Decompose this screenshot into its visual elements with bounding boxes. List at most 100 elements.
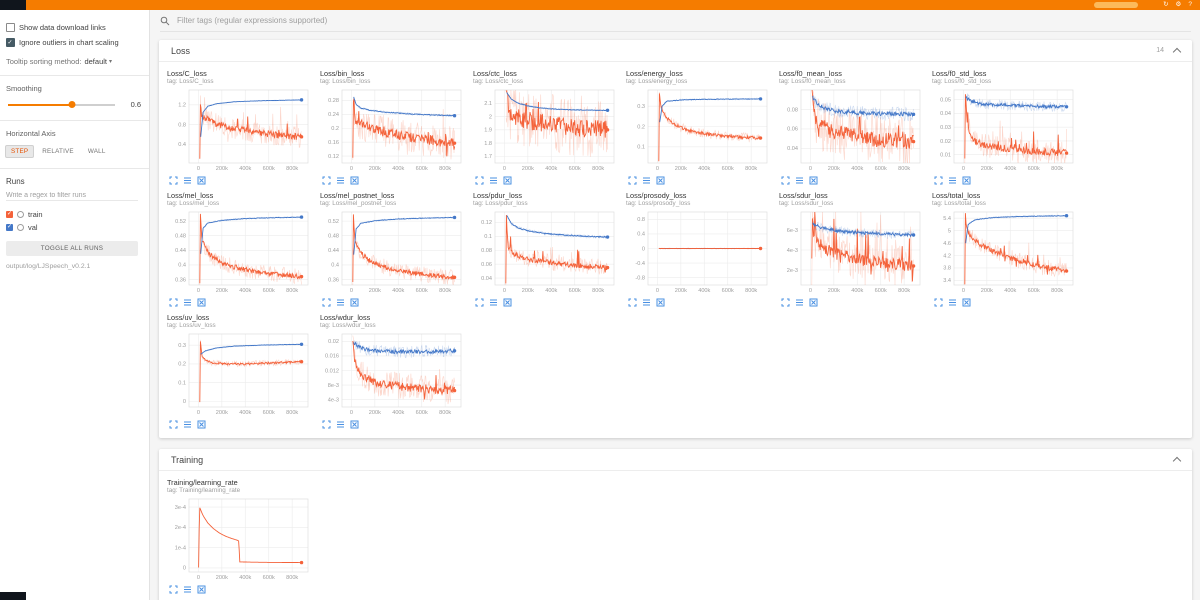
collapse-section-icon[interactable]: [1172, 456, 1182, 465]
fit-domain-icon[interactable]: [197, 298, 206, 307]
chart-plot[interactable]: 0 200k 400k 600k 800k 4e-3 8e-3 0.012 0.016 0.02: [320, 331, 466, 419]
fit-domain-icon[interactable]: [962, 176, 971, 185]
expand-icon[interactable]: [781, 176, 790, 185]
expand-icon[interactable]: [169, 420, 178, 429]
chart-plot[interactable]: 0 200k 400k 600k 800k 0.36 0.4 0.44 0.48 0.52: [320, 209, 466, 297]
expand-icon[interactable]: [475, 176, 484, 185]
svg-text:600k: 600k: [263, 575, 275, 581]
data-list-icon[interactable]: [336, 420, 345, 429]
chart-plot[interactable]: 0 200k 400k 600k 800k 0.01 0.02 0.03 0.04 0.05: [932, 87, 1078, 175]
axis-wall-button[interactable]: WALL: [82, 145, 112, 158]
expand-icon[interactable]: [628, 176, 637, 185]
chart-footer-icons: [626, 298, 774, 307]
run-checkbox-val[interactable]: ✓: [6, 224, 13, 231]
expand-icon[interactable]: [322, 176, 331, 185]
fit-domain-icon[interactable]: [350, 298, 359, 307]
fit-domain-icon[interactable]: [350, 420, 359, 429]
data-list-icon[interactable]: [183, 585, 192, 594]
run-row-train[interactable]: ✓ train: [0, 208, 149, 221]
fit-domain-icon[interactable]: [503, 176, 512, 185]
expand-icon[interactable]: [322, 298, 331, 307]
data-list-icon[interactable]: [642, 298, 651, 307]
show-download-links-row[interactable]: Show data download links: [0, 23, 149, 32]
data-list-icon[interactable]: [948, 298, 957, 307]
run-checkbox-train[interactable]: ✓: [6, 211, 13, 218]
fit-domain-icon[interactable]: [656, 176, 665, 185]
fit-domain-icon[interactable]: [197, 176, 206, 185]
collapse-section-icon[interactable]: [1172, 47, 1182, 56]
expand-icon[interactable]: [475, 298, 484, 307]
axis-step-button[interactable]: STEP: [5, 145, 35, 158]
svg-text:0.04: 0.04: [481, 276, 492, 282]
ignore-outliers-row[interactable]: Ignore outliers in chart scaling: [0, 38, 149, 47]
data-list-icon[interactable]: [795, 298, 804, 307]
chart-plot[interactable]: 0 200k 400k 600k 800k 0 0.1 0.2 0.3: [167, 331, 313, 419]
section-loss-header[interactable]: Loss 14: [159, 40, 1192, 62]
chart-plot[interactable]: 0 200k 400k 600k 800k 0.04 0.06 0.08 0.1 0.12: [473, 209, 619, 297]
chart-plot[interactable]: 0 200k 400k 600k 800k 3.4 3.8 4.2 4.6 5 5.4: [932, 209, 1078, 297]
data-list-icon[interactable]: [489, 176, 498, 185]
filter-tags-row: [160, 10, 1191, 32]
expand-icon[interactable]: [322, 420, 331, 429]
fit-domain-icon[interactable]: [809, 298, 818, 307]
chart-plot[interactable]: 0 200k 400k 600k 800k 1.7 1.8 1.9 2 2.1: [473, 87, 619, 175]
fit-domain-icon[interactable]: [197, 585, 206, 594]
data-list-icon[interactable]: [183, 176, 192, 185]
expand-icon[interactable]: [934, 298, 943, 307]
expand-icon[interactable]: [934, 176, 943, 185]
checkbox-icon[interactable]: [6, 23, 15, 32]
expand-icon[interactable]: [628, 298, 637, 307]
chart-plot[interactable]: 0 200k 400k 600k 800k 0 1e-4 2e-4 3e-4: [167, 496, 313, 584]
chart-plot[interactable]: 0 200k 400k 600k 800k 0.12 0.16 0.2 0.24 0.28: [320, 87, 466, 175]
header-pill-button[interactable]: [1094, 2, 1139, 8]
runs-regex-input[interactable]: [6, 191, 138, 201]
data-list-icon[interactable]: [948, 176, 957, 185]
data-list-icon[interactable]: [489, 298, 498, 307]
expand-icon[interactable]: [169, 585, 178, 594]
slider-knob[interactable]: [68, 101, 76, 108]
chart-plot[interactable]: 0 200k 400k 600k 800k -0.8 -0.4 0 0.4 0.8: [626, 209, 772, 297]
data-list-icon[interactable]: [183, 298, 192, 307]
refresh-icon[interactable]: ↻: [1163, 0, 1168, 10]
chart-card: Loss/wdur_loss tag: Loss/wdur_loss 0 200k 40…: [320, 313, 468, 429]
svg-text:400k: 400k: [239, 410, 251, 416]
chart-title: Training/learning_rate: [167, 478, 238, 487]
chart-plot[interactable]: 0 200k 400k 600k 800k 0.1 0.2 0.3: [626, 87, 772, 175]
run-row-val[interactable]: ✓ val: [0, 221, 149, 234]
data-list-icon[interactable]: [336, 298, 345, 307]
smoothing-value[interactable]: 0.6: [121, 100, 141, 109]
axis-relative-button[interactable]: RELATIVE: [36, 145, 80, 158]
fit-domain-icon[interactable]: [656, 298, 665, 307]
help-icon[interactable]: ?: [1188, 0, 1192, 10]
svg-text:0: 0: [962, 166, 965, 172]
svg-text:4e-3: 4e-3: [787, 248, 798, 254]
toggle-all-runs-button[interactable]: TOGGLE ALL RUNS: [6, 241, 138, 256]
expand-icon[interactable]: [169, 176, 178, 185]
data-list-icon[interactable]: [183, 420, 192, 429]
chart-plot[interactable]: 0 200k 400k 600k 800k 0.4 0.8 1.2: [167, 87, 313, 175]
chart-plot[interactable]: 0 200k 400k 600k 800k 2e-3 4e-3 6e-3: [779, 209, 925, 297]
smoothing-slider[interactable]: [8, 101, 115, 108]
section-training-header[interactable]: Training: [159, 449, 1192, 471]
expand-icon[interactable]: [781, 298, 790, 307]
tooltip-sorting-select[interactable]: default ▾: [84, 57, 112, 66]
checkbox-icon[interactable]: [6, 38, 15, 47]
settings-gear-icon[interactable]: ⚙: [1176, 0, 1182, 10]
fit-domain-icon[interactable]: [809, 176, 818, 185]
chart-title: Loss/ctc_loss: [473, 69, 517, 78]
filter-tags-input[interactable]: [175, 15, 1191, 26]
section-loss: Loss 14 Loss/C_loss tag: Loss/C_loss 0 200k…: [159, 40, 1192, 438]
fit-domain-icon[interactable]: [503, 298, 512, 307]
data-list-icon[interactable]: [336, 176, 345, 185]
chart-plot[interactable]: 0 200k 400k 600k 800k 0.04 0.06 0.08: [779, 87, 925, 175]
fit-domain-icon[interactable]: [197, 420, 206, 429]
fit-domain-icon[interactable]: [962, 298, 971, 307]
svg-text:600k: 600k: [1028, 166, 1040, 172]
chart-plot[interactable]: 0 200k 400k 600k 800k 0.36 0.4 0.44 0.48 0.52: [167, 209, 313, 297]
data-list-icon[interactable]: [795, 176, 804, 185]
svg-text:3.8: 3.8: [943, 266, 951, 272]
data-list-icon[interactable]: [642, 176, 651, 185]
chart-footer-icons: [320, 176, 468, 185]
expand-icon[interactable]: [169, 298, 178, 307]
fit-domain-icon[interactable]: [350, 176, 359, 185]
